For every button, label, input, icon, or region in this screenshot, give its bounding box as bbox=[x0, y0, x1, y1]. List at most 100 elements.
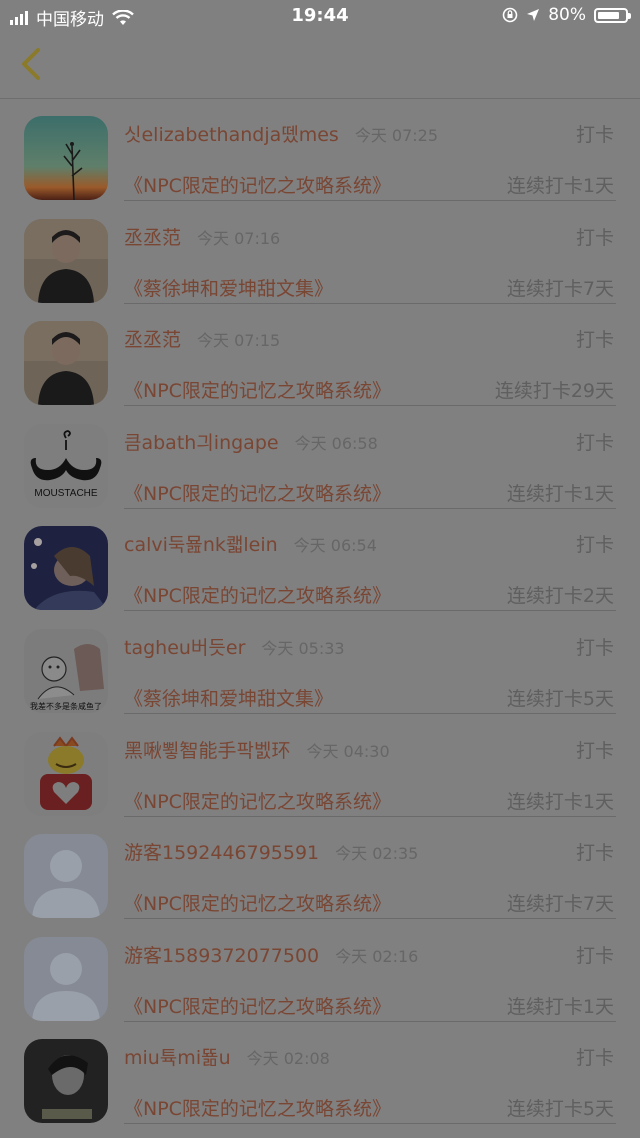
user-name[interactable]: 큼abath긔ingape bbox=[124, 432, 279, 454]
checkin-label: 打卡 bbox=[575, 842, 614, 865]
checkin-label: 打卡 bbox=[575, 431, 614, 454]
avatar-cartoon-text: 我差不多是条咸鱼了 bbox=[30, 701, 102, 711]
user-name-line: 游客1589372077500 今天 02:16 bbox=[124, 941, 418, 968]
user-name[interactable]: calvi둑묦nk쾗lein bbox=[124, 534, 278, 556]
checkin-label: 打卡 bbox=[575, 534, 614, 557]
row-divider bbox=[124, 1123, 616, 1125]
user-name-line: 싯elizabethandja뗐mes 今天 07:25 bbox=[124, 120, 438, 147]
checkin-time: 今天 05:33 bbox=[261, 638, 345, 658]
checkin-time: 今天 06:58 bbox=[294, 433, 378, 453]
checkin-row[interactable]: MOUSTACHE 큼abath긔ingape 今天 06:58 打卡 《NPC限… bbox=[0, 408, 640, 511]
nav-bar bbox=[0, 32, 640, 99]
streak-label: 连续打卡5天 bbox=[506, 687, 614, 710]
user-name[interactable]: 丞丞范 bbox=[124, 227, 181, 249]
book-title-link[interactable]: 《蔡徐坤和爱坤甜文集》 bbox=[124, 274, 333, 301]
row-divider bbox=[124, 918, 616, 920]
avatar[interactable] bbox=[24, 321, 108, 406]
rotation-lock-icon bbox=[502, 7, 518, 23]
avatar[interactable] bbox=[24, 834, 108, 919]
streak-label: 连续打卡7天 bbox=[506, 277, 614, 300]
avatar[interactable] bbox=[24, 1039, 108, 1124]
book-title-link[interactable]: 《NPC限定的记忆之攻略系统》 bbox=[124, 479, 391, 506]
user-name[interactable]: tagheu버듯er bbox=[124, 637, 245, 659]
row-divider bbox=[124, 712, 616, 714]
battery-percent: 80% bbox=[548, 5, 586, 25]
row-divider bbox=[124, 507, 616, 509]
user-name[interactable]: 游客1592446795591 bbox=[124, 842, 319, 864]
user-name[interactable]: miu튝mi뚊u bbox=[124, 1047, 231, 1069]
streak-label: 连续打卡5天 bbox=[506, 1098, 614, 1121]
user-name[interactable]: 黑啾뾯智能手팍벬环 bbox=[124, 740, 290, 762]
checkin-time: 今天 02:08 bbox=[246, 1049, 330, 1069]
user-name-line: 丞丞范 今天 07:15 bbox=[124, 325, 280, 352]
book-title-link[interactable]: 《NPC限定的记忆之攻略系统》 bbox=[124, 992, 391, 1019]
streak-label: 连续打卡7天 bbox=[506, 893, 614, 916]
checkin-time: 今天 02:16 bbox=[335, 946, 419, 966]
battery-fill bbox=[598, 11, 619, 19]
row-divider bbox=[124, 610, 616, 612]
avatar-moustache-text: MOUSTACHE bbox=[34, 488, 97, 499]
streak-label: 连续打卡29天 bbox=[494, 380, 614, 403]
user-name-line: 큼abath긔ingape 今天 06:58 bbox=[124, 428, 378, 455]
avatar[interactable] bbox=[24, 936, 108, 1021]
user-name[interactable]: 싯elizabethandja뗐mes bbox=[124, 124, 339, 146]
location-arrow-icon bbox=[527, 9, 540, 21]
checkin-row[interactable]: 丞丞范 今天 07:15 打卡 《NPC限定的记忆之攻略系统》 连续打卡29天 bbox=[0, 305, 640, 408]
checkin-row[interactable]: 丞丞范 今天 07:16 打卡 《蔡徐坤和爱坤甜文集》 连续打卡7天 bbox=[0, 203, 640, 306]
book-title-link[interactable]: 《NPC限定的记忆之攻略系统》 bbox=[124, 787, 391, 814]
book-title-link[interactable]: 《NPC限定的记忆之攻略系统》 bbox=[124, 889, 391, 916]
user-name-line: tagheu버듯er 今天 05:33 bbox=[124, 633, 345, 660]
avatar[interactable]: MOUSTACHE bbox=[24, 423, 108, 508]
user-name[interactable]: 游客1589372077500 bbox=[124, 945, 319, 967]
user-name-line: miu튝mi뚊u 今天 02:08 bbox=[124, 1043, 330, 1070]
checkin-row[interactable]: 游客1589372077500 今天 02:16 打卡 《NPC限定的记忆之攻略系… bbox=[0, 921, 640, 1024]
checkin-label: 打卡 bbox=[575, 944, 614, 967]
checkin-time: 今天 06:54 bbox=[293, 536, 377, 556]
checkin-row[interactable]: 游客1592446795591 今天 02:35 打卡 《NPC限定的记忆之攻略系… bbox=[0, 818, 640, 921]
avatar[interactable] bbox=[24, 731, 108, 816]
streak-label: 连续打卡1天 bbox=[506, 175, 614, 197]
book-title-link[interactable]: 《NPC限定的记忆之攻略系统》 bbox=[124, 376, 391, 403]
avatar[interactable] bbox=[24, 116, 108, 200]
checkin-row[interactable]: miu튝mi뚊u 今天 02:08 打卡 《NPC限定的记忆之攻略系统》 连续打卡… bbox=[0, 1023, 640, 1126]
streak-label: 连续打卡1天 bbox=[506, 790, 614, 813]
checkin-row[interactable]: 싯elizabethandja뗐mes 今天 07:25 打卡 《NPC限定的记忆… bbox=[0, 100, 640, 203]
checkin-time: 今天 07:16 bbox=[197, 228, 281, 248]
book-title-link[interactable]: 《NPC限定的记忆之攻略系统》 bbox=[124, 581, 391, 608]
row-divider bbox=[124, 405, 616, 407]
checkin-time: 今天 07:25 bbox=[354, 126, 439, 145]
row-divider bbox=[124, 200, 616, 201]
row-divider bbox=[124, 302, 616, 304]
checkin-row[interactable]: calvi둑묦nk쾗lein 今天 06:54 打卡 《NPC限定的记忆之攻略系统… bbox=[0, 510, 640, 613]
back-arrow-icon[interactable] bbox=[12, 44, 52, 84]
status-right: 80% bbox=[502, 5, 631, 25]
book-title-link[interactable]: 《NPC限定的记忆之攻略系统》 bbox=[124, 171, 391, 198]
checkin-label: 打卡 bbox=[575, 226, 614, 249]
user-name-line: 黑啾뾯智能手팍벬环 今天 04:30 bbox=[124, 736, 390, 763]
checkin-row[interactable]: 我差不多是条咸鱼了 tagheu버듯er 今天 05:33 打卡 《蔡徐坤和爱坤甜… bbox=[0, 613, 640, 716]
avatar[interactable]: 我差不多是条咸鱼了 bbox=[24, 628, 108, 713]
checkin-label: 打卡 bbox=[575, 636, 614, 659]
checkin-time: 今天 04:30 bbox=[306, 741, 390, 761]
avatar[interactable] bbox=[24, 218, 108, 303]
streak-label: 连续打卡1天 bbox=[506, 995, 614, 1018]
status-bar: 中国移动 19:44 80% bbox=[0, 0, 640, 32]
row-divider bbox=[124, 815, 616, 817]
checkin-time: 今天 02:35 bbox=[335, 844, 419, 864]
book-title-link[interactable]: 《蔡徐坤和爱坤甜文集》 bbox=[124, 684, 333, 711]
checkin-label: 打卡 bbox=[575, 329, 614, 352]
streak-label: 连续打卡1天 bbox=[506, 482, 614, 505]
row-divider bbox=[124, 1020, 616, 1022]
checkin-label: 打卡 bbox=[575, 1047, 614, 1070]
checkin-label: 打卡 bbox=[575, 124, 614, 146]
book-title-link[interactable]: 《NPC限定的记忆之攻略系统》 bbox=[124, 1094, 391, 1121]
battery-icon bbox=[594, 7, 631, 23]
checkin-time: 今天 07:15 bbox=[197, 331, 281, 351]
checkin-label: 打卡 bbox=[575, 739, 614, 762]
user-name-line: calvi둑묦nk쾗lein 今天 06:54 bbox=[124, 530, 377, 557]
avatar[interactable] bbox=[24, 526, 108, 611]
checkin-list: 싯elizabethandja뗐mes 今天 07:25 打卡 《NPC限定的记忆… bbox=[0, 100, 640, 1126]
checkin-row[interactable]: 黑啾뾯智能手팍벬环 今天 04:30 打卡 《NPC限定的记忆之攻略系统》 连续打… bbox=[0, 716, 640, 819]
user-name[interactable]: 丞丞范 bbox=[124, 329, 181, 351]
streak-label: 连续打卡2天 bbox=[506, 585, 614, 608]
